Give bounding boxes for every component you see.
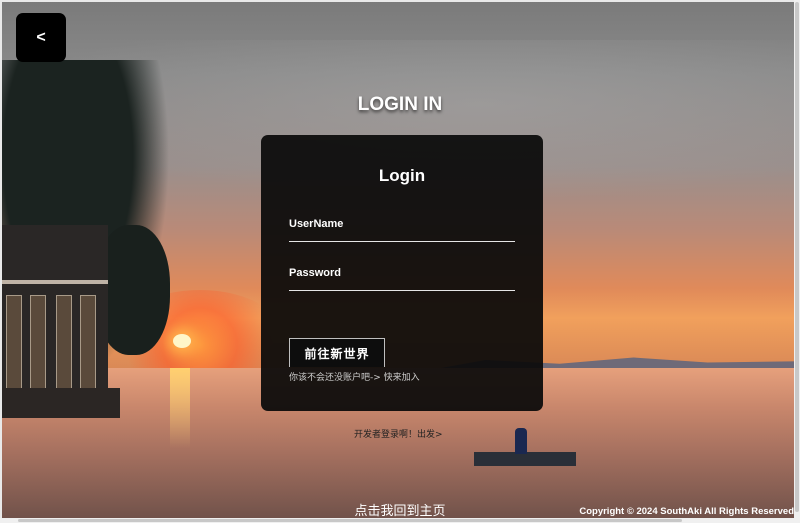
page-title: LOGIN IN <box>357 94 443 115</box>
username-field: UserName <box>289 218 515 242</box>
register-prompt-row: 你该不会还没账户吧-> 快来加入 <box>289 370 420 383</box>
window-frame-left <box>0 0 2 523</box>
username-input[interactable] <box>289 233 515 242</box>
vertical-scrollbar[interactable] <box>794 0 800 523</box>
boat-figure <box>515 428 527 454</box>
pier <box>0 388 120 418</box>
developer-login-link[interactable]: 开发者登录啊！出发> <box>354 427 443 440</box>
register-link[interactable]: 快来加入 <box>384 373 420 383</box>
sun <box>173 334 191 348</box>
password-label: Password <box>289 267 341 279</box>
boat <box>474 452 576 466</box>
password-input[interactable] <box>289 282 515 291</box>
back-button[interactable]: < <box>16 13 66 62</box>
building-floor <box>0 280 108 284</box>
horizontal-scrollbar[interactable] <box>0 518 800 523</box>
window-frame-top <box>0 0 800 2</box>
login-card-title: Login <box>378 166 426 185</box>
login-submit-button[interactable]: 前往新世界 <box>289 338 385 367</box>
copyright-text: Copyright © 2024 SouthAki All Rights Res… <box>579 506 794 517</box>
vertical-scrollbar-thumb[interactable] <box>795 2 799 512</box>
sun-reflection <box>170 368 190 448</box>
username-label: UserName <box>289 218 344 230</box>
horizontal-scrollbar-thumb[interactable] <box>18 519 682 522</box>
password-field: Password <box>289 267 515 291</box>
chevron-left-icon: < <box>36 28 46 46</box>
register-prompt: 你该不会还没账户吧-> <box>289 373 384 383</box>
lakeside-building <box>0 225 108 407</box>
